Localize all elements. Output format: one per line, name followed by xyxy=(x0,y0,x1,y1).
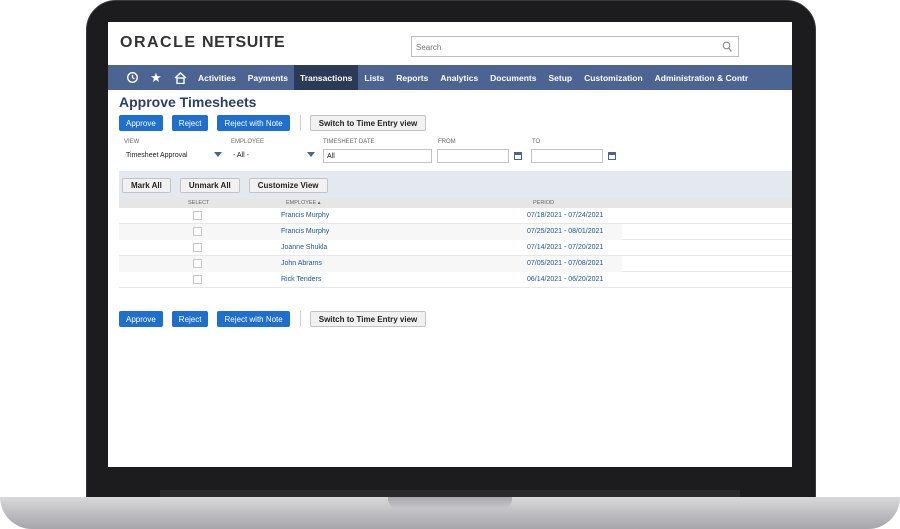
button-divider xyxy=(299,115,301,131)
row-select-checkbox[interactable] xyxy=(193,259,202,268)
home-icon[interactable] xyxy=(168,65,192,90)
top-action-bar: Approve Reject Reject with Note Switch t… xyxy=(119,115,427,131)
chevron-down-icon xyxy=(307,152,315,157)
nav-setup[interactable]: Setup xyxy=(542,65,578,90)
timesheet-date-field[interactable]: All xyxy=(323,149,432,163)
nav-administration[interactable]: Administration & Contr xyxy=(649,65,755,90)
star-icon[interactable]: ★ xyxy=(144,65,168,90)
chevron-down-icon xyxy=(214,152,222,157)
timesheet-date-value: All xyxy=(327,152,335,160)
timesheet-table: SELECT EMPLOYEE ▴ PERIOD Francis Murphy … xyxy=(119,198,792,288)
employee-link[interactable]: Francis Murphy xyxy=(281,228,329,235)
calendar-icon[interactable] xyxy=(608,152,616,160)
column-period[interactable]: PERIOD xyxy=(533,200,554,206)
nav-reports[interactable]: Reports xyxy=(390,65,434,90)
employee-link[interactable]: Francis Murphy xyxy=(281,212,329,219)
view-select-value: Timesheet Approval xyxy=(126,152,188,159)
table-row: Francis Murphy 07/18/2021 - 07/24/2021 xyxy=(119,208,792,224)
row-select-checkbox[interactable] xyxy=(193,243,202,252)
approve-button[interactable]: Approve xyxy=(119,115,163,131)
nav-activities[interactable]: Activities xyxy=(192,65,242,90)
laptop-notch xyxy=(388,497,512,509)
switch-view-button[interactable]: Switch to Time Entry view xyxy=(309,115,427,131)
table-row: John Abrams 07/05/2021 - 07/08/2021 xyxy=(119,256,792,272)
employee-link[interactable]: Rick Tenders xyxy=(281,276,321,283)
screen: ORACLE NETSUITE ★ Activities Payments Tr… xyxy=(108,22,792,467)
page-title: Approve Timesheets xyxy=(119,94,257,110)
table-row: Rick Tenders 06/14/2021 - 06/20/2021 xyxy=(119,272,792,288)
table-row: Francis Murphy 07/25/2021 - 08/01/2021 xyxy=(119,224,792,240)
period-link[interactable]: 07/18/2021 - 07/24/2021 xyxy=(527,212,603,219)
period-link[interactable]: 07/14/2021 - 07/20/2021 xyxy=(527,244,603,251)
customize-view-button[interactable]: Customize View xyxy=(248,177,328,193)
row-select-checkbox[interactable] xyxy=(193,211,202,220)
nav-documents[interactable]: Documents xyxy=(484,65,542,90)
nav-customization[interactable]: Customization xyxy=(578,65,649,90)
row-select-checkbox[interactable] xyxy=(193,227,202,236)
logo-netsuite-text: NETSUITE xyxy=(202,34,286,51)
view-label: VIEW xyxy=(124,139,140,145)
to-date-field[interactable] xyxy=(531,149,603,163)
mark-all-button[interactable]: Mark All xyxy=(122,177,171,193)
employee-link[interactable]: Joanne Shukla xyxy=(281,244,327,251)
from-date-field[interactable] xyxy=(437,149,509,163)
main-nav: ★ Activities Payments Transactions Lists… xyxy=(108,65,792,90)
oracle-netsuite-logo[interactable]: ORACLE NETSUITE xyxy=(120,34,285,52)
period-link[interactable]: 07/05/2021 - 07/08/2021 xyxy=(527,260,603,267)
nav-transactions[interactable]: Transactions xyxy=(293,65,359,90)
to-label: TO xyxy=(532,139,541,145)
employee-link[interactable]: John Abrams xyxy=(281,260,322,267)
switch-view-button-bottom[interactable]: Switch to Time Entry view xyxy=(309,311,427,327)
search-icon[interactable] xyxy=(722,41,732,53)
column-select[interactable]: SELECT xyxy=(188,200,209,206)
from-label: FROM xyxy=(438,139,456,145)
approve-button-bottom[interactable]: Approve xyxy=(119,311,163,327)
button-divider xyxy=(299,311,301,327)
logo-oracle-text: ORACLE xyxy=(120,34,197,51)
view-select[interactable]: Timesheet Approval xyxy=(124,149,224,162)
period-link[interactable]: 06/14/2021 - 06/20/2021 xyxy=(527,276,603,283)
unmark-all-button[interactable]: Unmark All xyxy=(179,177,240,193)
reject-button[interactable]: Reject xyxy=(171,115,209,131)
filter-bar: VIEW Timesheet Approval EMPLOYEE - All -… xyxy=(124,139,792,165)
list-toolbar: Mark All Unmark All Customize View xyxy=(119,171,792,199)
employee-label: EMPLOYEE xyxy=(231,139,265,145)
bottom-action-bar: Approve Reject Reject with Note Switch t… xyxy=(119,311,427,327)
reject-with-note-button[interactable]: Reject with Note xyxy=(217,115,290,131)
laptop-hinge xyxy=(160,490,740,497)
column-employee[interactable]: EMPLOYEE ▴ xyxy=(286,200,321,206)
reject-with-note-button-bottom[interactable]: Reject with Note xyxy=(217,311,290,327)
nav-lists[interactable]: Lists xyxy=(358,65,390,90)
row-select-checkbox[interactable] xyxy=(193,275,202,284)
global-search[interactable] xyxy=(411,36,739,57)
nav-payments[interactable]: Payments xyxy=(242,65,294,90)
timesheet-date-label: TIMESHEET DATE xyxy=(323,139,375,145)
employee-select-value: - All - xyxy=(233,152,249,159)
table-row: Joanne Shukla 07/14/2021 - 07/20/2021 xyxy=(119,240,792,256)
employee-select[interactable]: - All - xyxy=(231,149,317,162)
reject-button-bottom[interactable]: Reject xyxy=(171,311,209,327)
period-link[interactable]: 07/25/2021 - 08/01/2021 xyxy=(527,228,603,235)
search-input[interactable] xyxy=(412,38,712,57)
table-header: SELECT EMPLOYEE ▴ PERIOD xyxy=(119,198,792,208)
history-icon[interactable] xyxy=(120,65,144,90)
app-header: ORACLE NETSUITE xyxy=(108,22,792,62)
calendar-icon[interactable] xyxy=(514,152,522,160)
nav-analytics[interactable]: Analytics xyxy=(434,65,484,90)
